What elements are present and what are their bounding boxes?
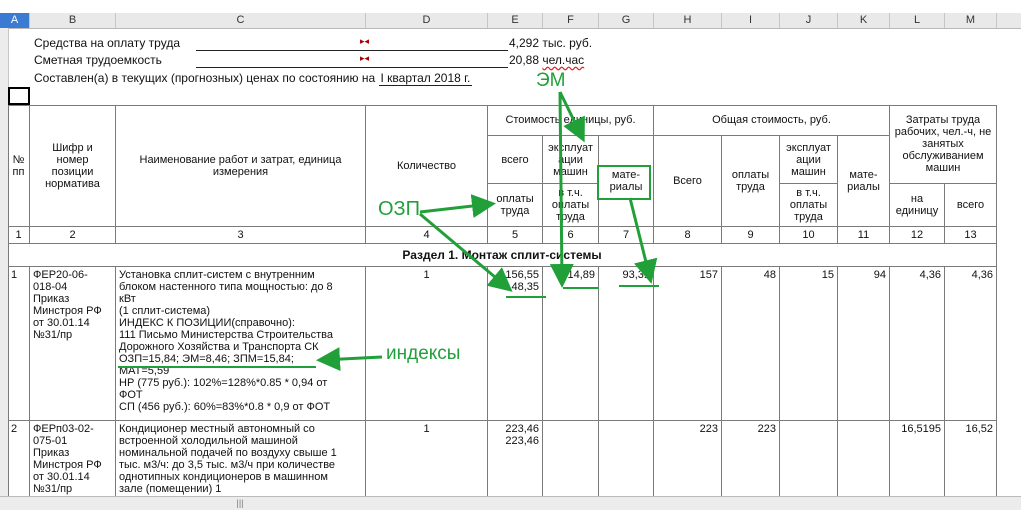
column-header-g[interactable]: G (599, 13, 654, 28)
row1-uc-cell: 156,55 48,35 (488, 267, 543, 421)
col-number: 11 (838, 227, 890, 244)
spreadsheet: A B C D E F G H I J K L M Средства на оп… (0, 0, 1021, 510)
section-title: Раздел 1. Монтаж сплит-системы (8, 244, 997, 267)
row1-labor-unit: 4,36 (890, 267, 945, 421)
row2-code: ФЕРп03-02- 075-01 Приказ Минстроя РФ от … (30, 421, 116, 496)
row2-uc-materials (599, 421, 654, 496)
row1-code: ФЕР20-06- 018-04 Приказ Минстроя РФ от 3… (30, 267, 116, 421)
header-tc-materials: мате- риалы (838, 136, 890, 227)
header-uc-machines-wages: в т.ч. оплаты труда (543, 184, 599, 227)
col-number: 10 (780, 227, 838, 244)
cell-marker-icon: ▸◂ (360, 36, 370, 46)
labor-intensity-line (196, 67, 508, 68)
row1-uc-wages: 48,35 (511, 281, 539, 293)
col-number: 13 (945, 227, 997, 244)
row2-uc-wages: 223,46 (505, 435, 539, 447)
header-name: Наименование работ и затрат, единица изм… (116, 105, 366, 227)
header-unit-cost: Стоимость единицы, руб. (488, 105, 654, 136)
row2-tc-wages: 223 (722, 421, 780, 496)
column-header-l[interactable]: L (890, 13, 945, 28)
row2-labor-total: 16,52 (945, 421, 997, 496)
column-header-d[interactable]: D (366, 13, 488, 28)
row2-tc-machines (780, 421, 838, 496)
col-number: 12 (890, 227, 945, 244)
row1-tc-materials: 94 (838, 267, 890, 421)
row1-uc-all: 156,55 (505, 269, 539, 281)
col-number: 9 (722, 227, 780, 244)
header-tc-machines-wages: в т.ч. оплаты труда (780, 184, 838, 227)
cell-marker-icon: ▸◂ (360, 53, 370, 63)
selected-cell[interactable] (8, 87, 30, 105)
row2-tc-materials (838, 421, 890, 496)
header-labor-unit: на единицу (890, 184, 945, 227)
column-header-b[interactable]: B (30, 13, 116, 28)
row2-uc-all: 223,46 (505, 423, 539, 435)
row2-uc-machines (543, 421, 599, 496)
header-labor-total: всего (945, 184, 997, 227)
row2-labor-unit: 16,5195 (890, 421, 945, 496)
header-labor: Затраты труда рабочих, чел.-ч, не заняты… (890, 105, 997, 184)
header-code: Шифр и номер позиции норматива (30, 105, 116, 227)
column-header-a[interactable]: A (0, 13, 30, 28)
col-number: 6 (543, 227, 599, 244)
col-number: 2 (30, 227, 116, 244)
row1-tc-machines: 15 (780, 267, 838, 421)
header-tc-machines: эксплуат ации машин (780, 136, 838, 184)
underline-mat (619, 285, 659, 287)
row1-tc-wages: 48 (722, 267, 780, 421)
column-header-i[interactable]: I (722, 13, 780, 28)
header-tc-all: Всего (654, 136, 722, 227)
column-header-c[interactable]: C (116, 13, 366, 28)
row1-no: 1 (8, 267, 30, 421)
column-header-j[interactable]: J (780, 13, 838, 28)
col-number: 1 (8, 227, 30, 244)
annotation-indexes: индексы (386, 343, 461, 364)
column-header-f[interactable]: F (543, 13, 599, 28)
labor-intensity-label: Сметная трудоемкость (34, 53, 162, 67)
row2-uc-cell: 223,46 223,46 (488, 421, 543, 496)
labor-intensity-value: 20,88 чел.час (509, 53, 585, 67)
column-header-k[interactable]: K (838, 13, 890, 28)
col-number: 7 (599, 227, 654, 244)
col-number: 5 (488, 227, 543, 244)
row2-tc-all: 223 (654, 421, 722, 496)
header-total-cost: Общая стоимость, руб. (654, 105, 890, 136)
row1-labor-total: 4,36 (945, 267, 997, 421)
horizontal-scrollbar[interactable]: ||| (0, 496, 1021, 510)
underline-ozp (506, 296, 546, 298)
scrollbar-thumb[interactable]: ||| (210, 498, 270, 509)
column-header-bar: A B C D E F G H I J K L M (0, 13, 1021, 29)
labor-fund-line (196, 50, 508, 51)
header-uc-machines: эксплуат ации машин (543, 136, 599, 184)
header-uc-wages: оплаты труда (488, 184, 543, 227)
col-number: 8 (654, 227, 722, 244)
row2-no: 2 (8, 421, 30, 496)
header-uc-all: всего (488, 136, 543, 184)
row1-uc-materials: 93,31 (599, 267, 654, 421)
underline-indexes (118, 366, 316, 368)
labor-fund-value: 4,292 тыс. руб. (509, 36, 593, 50)
compiled-text: Составлен(а) в текущих (прогнозных) цена… (34, 71, 473, 86)
col-number: 3 (116, 227, 366, 244)
labor-fund-label: Средства на оплату труда (34, 36, 180, 50)
row1-name: Установка сплит-систем с внутренним блок… (116, 267, 366, 421)
row1-tc-all: 157 (654, 267, 722, 421)
annotation-ozp: ОЗП (378, 198, 421, 220)
row1-uc-machines: 14,89 (543, 267, 599, 421)
column-header-m[interactable]: M (945, 13, 997, 28)
col-number: 4 (366, 227, 488, 244)
row2-qty: 1 (366, 421, 488, 496)
column-header-h[interactable]: H (654, 13, 722, 28)
header-no: № пп (8, 105, 30, 227)
underline-em (563, 287, 599, 289)
row2-name: Кондиционер местный автономный со встрое… (116, 421, 366, 496)
header-tc-wages: оплаты труда (722, 136, 780, 227)
annotation-em: ЭМ (536, 70, 566, 91)
materials-highlight-box (597, 165, 651, 200)
column-header-e[interactable]: E (488, 13, 543, 28)
